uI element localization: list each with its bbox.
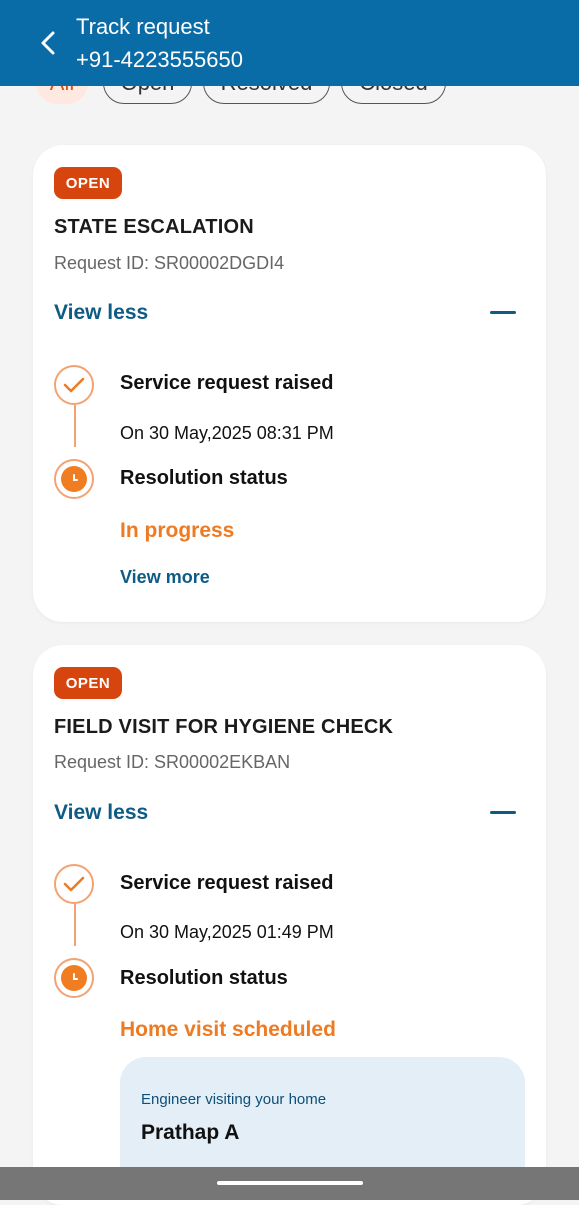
- resolution-status: In progress: [120, 519, 235, 542]
- clock-icon: [54, 459, 94, 499]
- step-date: On 30 May,2025 08:31 PM: [120, 423, 334, 443]
- view-more-link[interactable]: View more: [120, 567, 210, 588]
- check-icon: [54, 864, 94, 904]
- step-label: Resolution status: [120, 967, 288, 989]
- chevron-left-icon: [41, 31, 55, 55]
- home-indicator[interactable]: [217, 1181, 363, 1185]
- collapse-icon[interactable]: [490, 311, 516, 314]
- collapse-icon[interactable]: [490, 811, 516, 814]
- status-badge: OPEN: [54, 167, 122, 199]
- engineer-name: Prathap A: [141, 1121, 240, 1144]
- page-title: Track request: [76, 14, 210, 39]
- request-card: OPEN STATE ESCALATION Request ID: SR0000…: [33, 145, 546, 622]
- request-title: STATE ESCALATION: [54, 216, 254, 238]
- step-label: Service request raised: [120, 872, 334, 894]
- step-label: Resolution status: [120, 467, 288, 489]
- view-less-link[interactable]: View less: [54, 301, 148, 325]
- engineer-label: Engineer visiting your home: [141, 1091, 327, 1108]
- request-id: Request ID: SR00002EKBAN: [54, 752, 291, 772]
- resolution-status: Home visit scheduled: [120, 1018, 336, 1041]
- status-badge: OPEN: [54, 667, 122, 699]
- system-nav-bar: [0, 1167, 579, 1200]
- check-icon: [54, 365, 94, 405]
- step-label: Service request raised: [120, 372, 334, 394]
- back-button[interactable]: [34, 26, 62, 60]
- phone-number: +91-4223555650: [76, 47, 243, 72]
- clock-icon: [54, 958, 94, 998]
- app-header: Track request +91-4223555650: [0, 0, 579, 86]
- request-id: Request ID: SR00002DGDI4: [54, 253, 285, 273]
- request-title: FIELD VISIT FOR HYGIENE CHECK: [54, 716, 394, 738]
- view-less-link[interactable]: View less: [54, 801, 148, 825]
- timeline-connector: [74, 904, 76, 946]
- timeline-connector: [74, 405, 76, 447]
- step-date: On 30 May,2025 01:49 PM: [120, 922, 334, 942]
- request-card: OPEN FIELD VISIT FOR HYGIENE CHECK Reque…: [33, 645, 546, 1205]
